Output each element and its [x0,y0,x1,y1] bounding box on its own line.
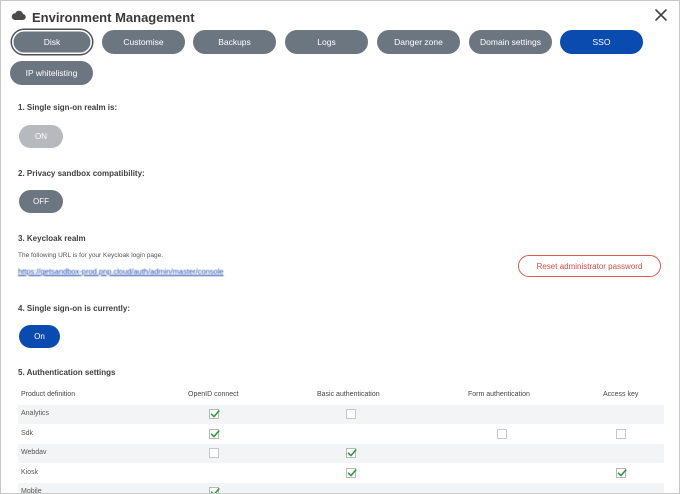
auth-settings-label: 5. Authentication settings [18,368,116,377]
realm-toggle[interactable]: ON [19,125,63,148]
checkbox-unchecked[interactable] [497,428,507,439]
checkbox-unchecked[interactable] [346,409,356,419]
checkbox-checked[interactable] [209,409,220,419]
checkbox-checked[interactable] [209,487,220,493]
checkbox-checked[interactable] [616,467,627,478]
product-name: Webdav [21,449,47,456]
checkmark-icon [617,468,627,476]
environment-management-dialog: Environment Management Disk Customise Ba… [0,0,680,494]
tab-danger-zone[interactable]: Danger zone [377,30,460,54]
header-form-authentication: Form authentication [468,391,530,398]
table-row: Mobile [18,483,664,494]
cloud-icon [11,8,32,26]
product-name: Sdk [21,429,34,437]
tab-domain-settings[interactable]: Domain settings [469,30,552,54]
privacy-toggle[interactable]: OFF [19,190,63,213]
checkbox-checked[interactable] [346,467,357,478]
header-product-definition: Product definition [21,391,76,398]
header-openid-connect: OpenID connect [188,391,239,398]
checkmark-icon [347,449,357,457]
reset-admin-password-button[interactable]: Reset administrator password [518,255,661,277]
checkbox-unchecked[interactable] [209,448,219,458]
checkbox-checked[interactable] [209,428,220,439]
tab-customise[interactable]: Customise [102,30,185,54]
tab-logs[interactable]: Logs [285,30,368,54]
tab-disk[interactable]: Disk [12,30,92,54]
close-icon[interactable] [654,8,668,22]
keycloak-label: 3. Keycloak realm [18,234,86,243]
checkmark-icon [210,410,220,418]
keycloak-url-link[interactable]: https://getsandbox-prod.pnp.cloud/auth/a… [18,267,224,276]
checkmark-icon [210,488,220,493]
header-basic-authentication: Basic authentication [317,391,380,398]
product-name: Mobile [21,488,42,494]
keycloak-helper-text: The following URL is for your Keycloak l… [18,252,163,259]
tab-backups[interactable]: Backups [193,30,276,54]
table-row: Webdav [18,444,664,463]
product-name: Analytics [21,410,50,417]
table-row: Sdk [18,425,664,444]
table-row: Analytics [18,405,664,424]
table-header: Product definition OpenID connect Basic … [18,387,664,403]
sso-state-toggle[interactable]: On [19,325,60,348]
checkbox-unchecked[interactable] [616,428,626,439]
header-access-key: Access key [603,391,639,398]
tab-ip-whitelisting[interactable]: IP whitelisting [10,61,93,85]
checkbox-checked[interactable] [346,448,357,458]
dialog-header: Environment Management [11,7,195,27]
checkmark-icon [347,468,357,476]
product-name: Kiosk [21,468,39,476]
table-row: Kiosk [18,464,664,483]
realm-label: 1. Single sign-on realm is: [18,103,118,112]
dialog-title: Environment Management [32,9,195,25]
privacy-label: 2. Privacy sandbox compatibility: [18,169,145,178]
tab-sso[interactable]: SSO [560,30,643,54]
sso-state-label: 4. Single sign-on is currently: [18,304,131,313]
checkmark-icon [210,429,220,437]
